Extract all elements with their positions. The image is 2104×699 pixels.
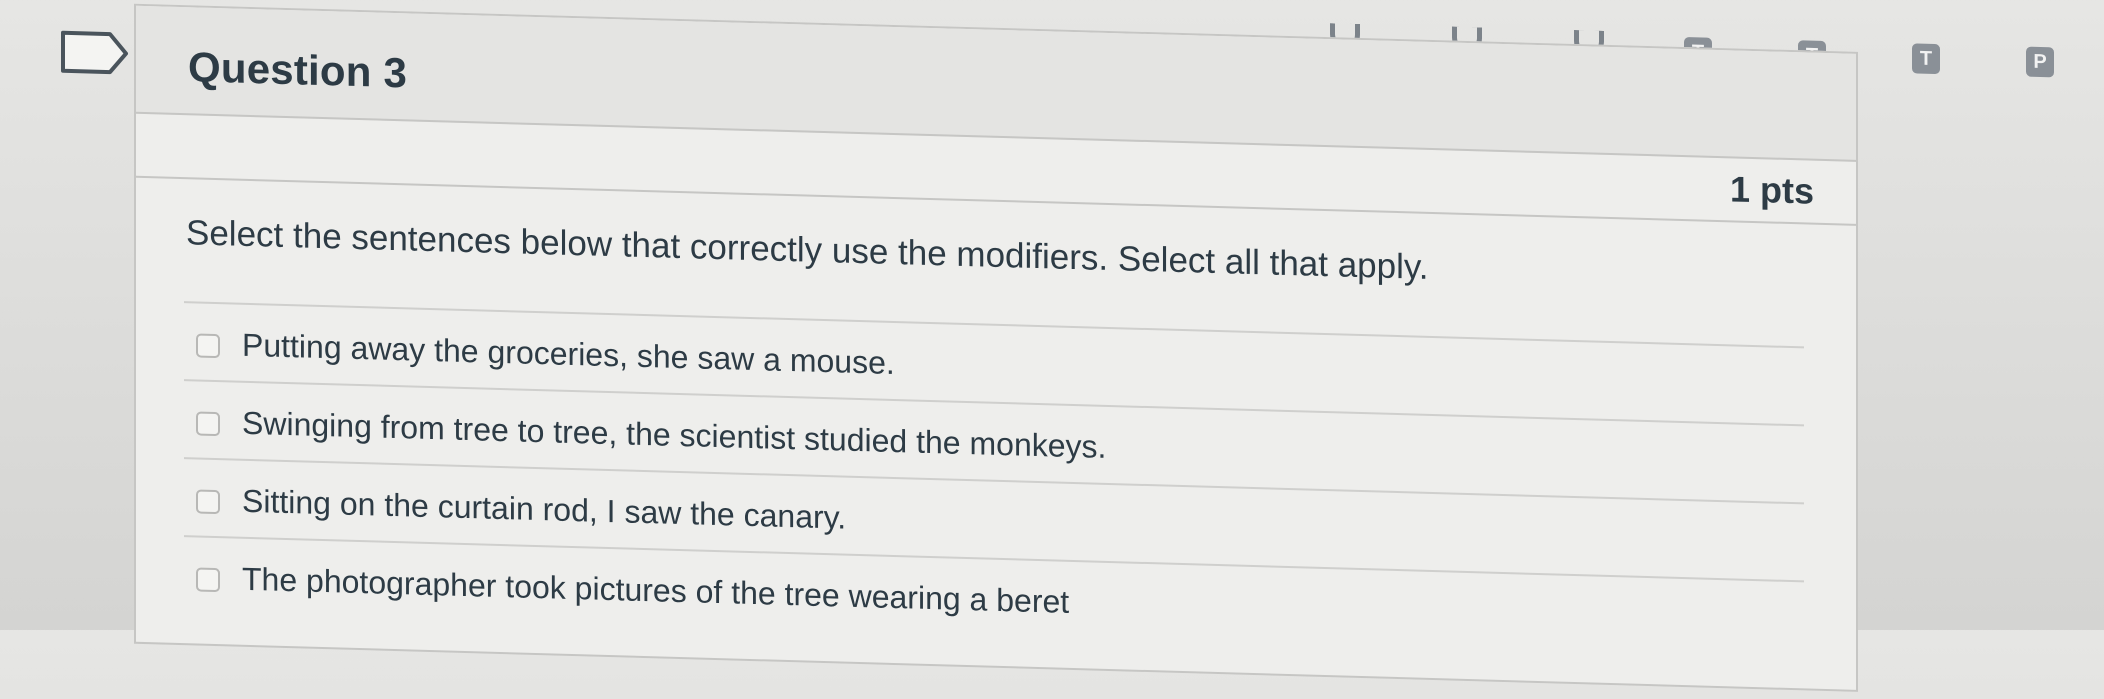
question-card: Question 3 1 pts Select the sentences be… [134, 3, 1858, 692]
checkbox-icon[interactable] [196, 411, 220, 437]
question-title: Question 3 [188, 43, 408, 97]
question-prompt: Select the sentences below that correctl… [186, 213, 1429, 287]
question-points: 1 pts [1729, 168, 1814, 212]
quiz-page: T T T P Question 3 1 pts Select the sent… [0, 0, 2104, 692]
checkbox-icon[interactable] [196, 489, 220, 515]
checkbox-icon[interactable] [196, 567, 220, 593]
checkbox-icon[interactable] [196, 333, 220, 359]
answer-label[interactable]: The photographer took pictures of the tr… [242, 561, 1069, 621]
answer-label[interactable]: Putting away the groceries, she saw a mo… [242, 327, 895, 382]
question-header: Question 3 [136, 5, 1856, 162]
nav-badge-page[interactable]: P [2026, 46, 2054, 78]
answer-label[interactable]: Swinging from tree to tree, the scientis… [242, 405, 1106, 466]
bookmark-flag-icon[interactable] [60, 30, 130, 76]
nav-badge-text-question[interactable]: T [1912, 43, 1940, 75]
answer-label[interactable]: Sitting on the curtain rod, I saw the ca… [242, 483, 846, 537]
answer-list: Putting away the groceries, she saw a mo… [184, 301, 1804, 659]
